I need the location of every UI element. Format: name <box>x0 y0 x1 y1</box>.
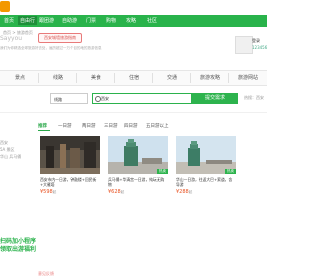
filter-tab[interactable]: 一日游 <box>58 123 72 129</box>
site-name: Sayyou <box>0 35 23 42</box>
tour-price: ¥598 <box>40 189 53 195</box>
search-icon <box>95 96 101 102</box>
filter-tab[interactable]: 两日游 <box>82 123 96 129</box>
hot-tag: 热卖 <box>225 169 236 174</box>
sidebar-line[interactable]: 西安 <box>0 140 8 146</box>
user-id: 123456 <box>252 45 268 50</box>
nav-item[interactable]: 门票 <box>86 17 96 24</box>
top-bar <box>0 0 267 14</box>
search-input[interactable]: 西安 <box>92 93 192 104</box>
hot-search[interactable]: 热搜：西安 <box>244 95 264 101</box>
tour-image[interactable]: 热卖 <box>108 136 168 174</box>
type-select[interactable]: 线路 <box>50 93 88 104</box>
category-item[interactable]: 线路 <box>38 74 78 81</box>
sidebar-line[interactable]: 华山 兵马俑 <box>0 154 21 160</box>
nav-item[interactable]: 自助游 <box>62 17 77 24</box>
category-item[interactable]: 住宿 <box>114 74 154 81</box>
site-description: 我们为你精选全球旅游好去处，遍历超过一万个目的地的旅游信息 <box>0 46 102 50</box>
user-name[interactable]: 登录 <box>252 38 260 44</box>
tour-title[interactable]: 西安市内一日游，钟鼓楼+回民街+大雁塔 <box>40 177 100 187</box>
tour-image[interactable] <box>40 136 100 174</box>
promo-line: 领取出游福利 <box>0 246 37 253</box>
category-bar: 景点 线路 美食 住宿 交通 旅游攻略 旅游网站 <box>0 70 267 86</box>
logo[interactable] <box>0 1 10 12</box>
submit-request-button[interactable]: 提交需求 <box>192 93 238 104</box>
avatar[interactable] <box>235 36 253 54</box>
nav-item[interactable]: 跟团游 <box>39 17 54 24</box>
guide-pill-button[interactable]: 西安城墙旅游指南 <box>38 33 82 43</box>
filter-tab-active[interactable]: 推荐 <box>38 123 47 129</box>
active-tab-underline <box>38 130 50 131</box>
category-item[interactable]: 旅游网站 <box>228 74 268 81</box>
nav-item[interactable]: 社区 <box>147 17 157 24</box>
nav-item-active[interactable]: 自由行 <box>18 16 38 25</box>
nav-item[interactable]: 购物 <box>106 17 116 24</box>
tour-price: ¥288 <box>176 189 189 195</box>
category-item[interactable]: 旅游攻略 <box>190 74 230 81</box>
category-item[interactable]: 景点 <box>0 74 40 81</box>
category-item[interactable]: 交通 <box>152 74 192 81</box>
sidebar-line[interactable]: 5A 景区 <box>0 147 15 153</box>
price-unit: 起 <box>188 190 193 194</box>
hot-tag: 热卖 <box>157 169 168 174</box>
tour-image[interactable]: 热卖 <box>176 136 236 174</box>
main-nav: 首页 自由行 跟团游 自助游 门票 购物 攻略 社区 <box>0 15 267 27</box>
price-unit: 起 <box>52 190 57 194</box>
tour-title[interactable]: 华山一日游，往返大巴+索道，含导游 <box>176 177 236 187</box>
filter-tab[interactable]: 五日游以上 <box>146 123 169 129</box>
feedback-link[interactable]: 意见反馈 <box>38 271 54 277</box>
category-item[interactable]: 美食 <box>76 74 116 81</box>
nav-item[interactable]: 攻略 <box>126 17 136 24</box>
nav-item[interactable]: 首页 <box>4 17 14 24</box>
tour-title[interactable]: 兵马俑+华清宫一日游，纯玩无购物 <box>108 177 168 187</box>
filter-tab[interactable]: 四日游 <box>124 123 138 129</box>
tour-card[interactable]: 西安市内一日游，钟鼓楼+回民街+大雁塔 ¥598起 <box>40 136 100 195</box>
price-unit: 起 <box>120 190 125 194</box>
tour-card[interactable]: 热卖 华山一日游，往返大巴+索道，含导游 ¥288起 <box>176 136 236 195</box>
tour-card[interactable]: 热卖 兵马俑+华清宫一日游，纯玩无购物 ¥628起 <box>108 136 168 195</box>
tour-price: ¥628 <box>108 189 121 195</box>
filter-tab[interactable]: 三日游 <box>104 123 118 129</box>
